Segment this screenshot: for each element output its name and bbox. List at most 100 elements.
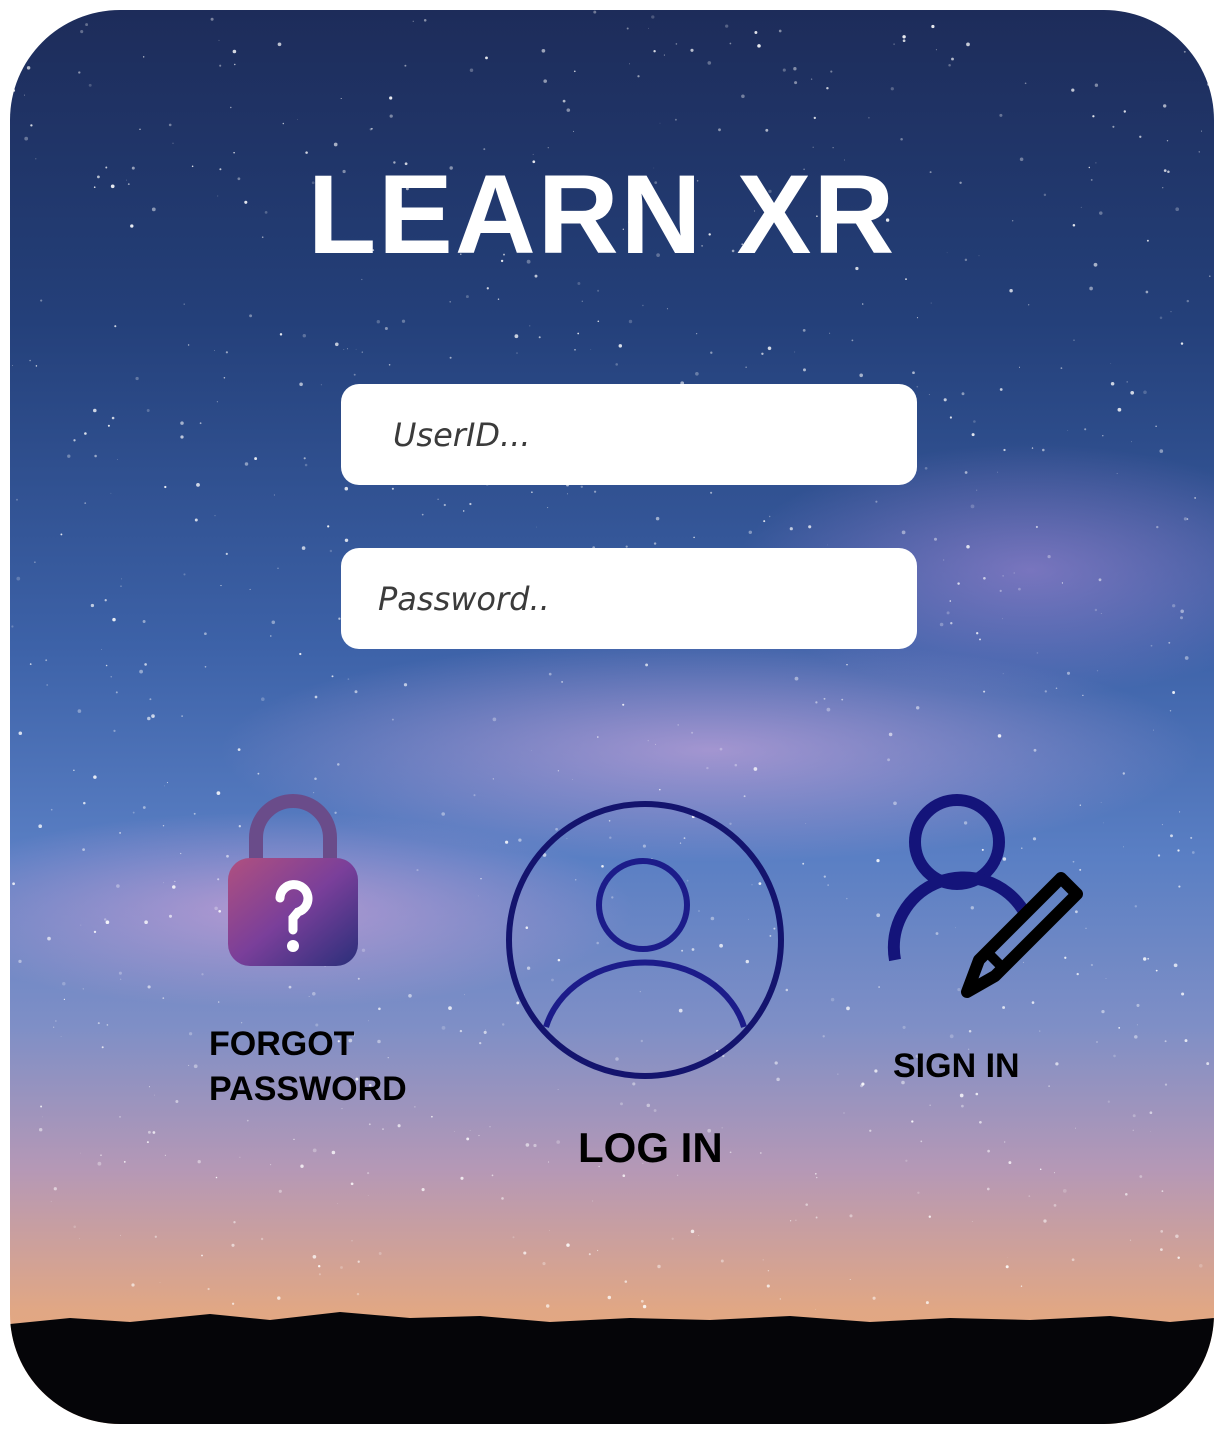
star [53, 1026, 55, 1028]
star [1130, 390, 1135, 395]
star [1155, 969, 1158, 972]
forgot-password-label: FORGOT PASSWORD [209, 1025, 407, 1108]
star [1004, 1141, 1006, 1143]
star [917, 1191, 920, 1195]
star [214, 515, 216, 517]
star [1132, 1114, 1136, 1118]
star [67, 454, 71, 458]
star [116, 459, 118, 460]
star [82, 988, 84, 990]
star [388, 364, 391, 366]
star [114, 325, 117, 328]
star [1020, 1285, 1023, 1287]
star [454, 1131, 456, 1133]
app-title: LEARN XR [307, 152, 897, 277]
star [1184, 1039, 1188, 1043]
password-input[interactable] [341, 548, 917, 649]
star [106, 1024, 109, 1026]
star [841, 698, 844, 701]
star [1024, 82, 1027, 85]
star [1139, 1175, 1143, 1178]
star [512, 1236, 515, 1239]
star [782, 68, 786, 72]
star [846, 897, 848, 900]
star [152, 1131, 156, 1134]
star [278, 1189, 282, 1193]
star [1110, 363, 1112, 364]
star [1054, 1172, 1055, 1174]
star [1177, 1256, 1180, 1260]
star [279, 333, 283, 336]
star [314, 777, 317, 780]
star [85, 23, 89, 27]
star [803, 368, 806, 372]
star [548, 672, 552, 676]
userid-input[interactable] [341, 384, 917, 485]
star [999, 113, 1003, 117]
star [421, 513, 424, 516]
star [805, 1203, 808, 1206]
star [637, 75, 640, 78]
star [1094, 83, 1099, 87]
star [183, 573, 186, 576]
star [1008, 1161, 1012, 1165]
star [237, 748, 241, 751]
star [1002, 575, 1004, 577]
star [1163, 104, 1167, 108]
star [1206, 1062, 1210, 1066]
star [318, 1273, 321, 1276]
star [119, 831, 122, 834]
star [480, 878, 482, 880]
star [987, 1149, 990, 1153]
star [164, 485, 167, 489]
star [624, 1280, 628, 1283]
star [77, 709, 82, 713]
star [135, 376, 139, 381]
star [1177, 849, 1180, 852]
star [766, 1284, 770, 1288]
star [340, 97, 342, 100]
star [94, 454, 97, 458]
star [16, 498, 18, 501]
star [232, 49, 237, 54]
star [154, 1235, 157, 1238]
star [547, 507, 549, 509]
star [441, 1026, 446, 1030]
star [149, 698, 152, 701]
star [354, 690, 358, 694]
star [210, 17, 214, 21]
star [466, 1137, 470, 1141]
star [1110, 381, 1115, 386]
star [459, 1029, 463, 1033]
star [300, 1164, 304, 1168]
star [78, 71, 81, 74]
star [389, 114, 393, 118]
star [73, 769, 75, 771]
star [719, 747, 723, 751]
star [832, 147, 834, 149]
star [233, 1221, 236, 1224]
star [42, 1116, 43, 1118]
star [489, 1126, 491, 1128]
star [1028, 1195, 1031, 1197]
star [101, 1046, 104, 1049]
star [84, 432, 87, 435]
star [1181, 992, 1185, 996]
star [557, 770, 560, 772]
star [1066, 671, 1071, 675]
sign-in-label: SIGN IN [893, 1047, 1020, 1085]
star [1149, 1111, 1153, 1115]
star [120, 578, 123, 580]
star [1129, 1239, 1132, 1241]
star [572, 778, 573, 780]
star [1164, 1083, 1168, 1086]
star [876, 858, 880, 863]
star [214, 350, 215, 351]
star [90, 603, 95, 608]
star [271, 620, 276, 625]
star [823, 697, 826, 700]
star [659, 788, 661, 791]
star [846, 664, 848, 666]
star [710, 351, 713, 354]
star [1173, 963, 1178, 968]
